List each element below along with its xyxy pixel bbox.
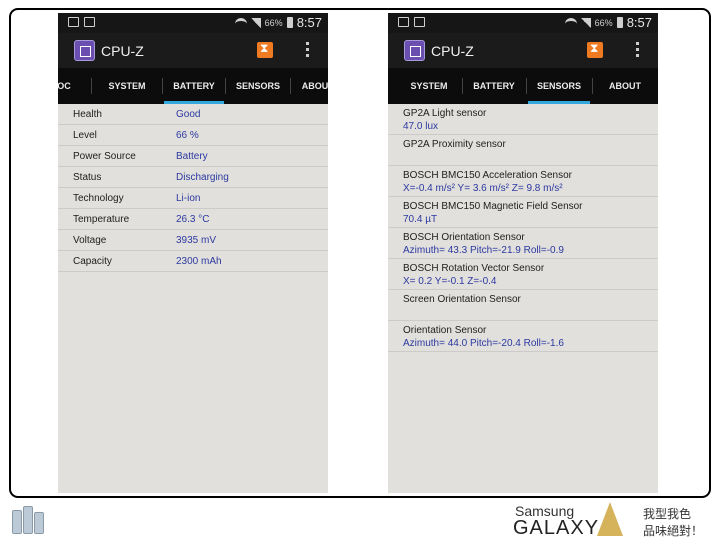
phone-screenshot-sensors: 66% 8:57 CPU-Z SYSTEM BATTERY SENSORS AB… [388, 13, 658, 493]
battery-row-level: Level 66 % [58, 125, 328, 146]
sensor-name: GP2A Proximity sensor [403, 139, 506, 150]
row-value: Battery [176, 151, 208, 162]
phones-thumbnail [10, 504, 46, 534]
app-bar: CPU-Z [58, 33, 328, 68]
sim-icon [84, 17, 95, 27]
battery-row-power-source: Power Source Battery [58, 146, 328, 167]
sensor-row-light: GP2A Light sensor 47.0 lux [388, 104, 658, 135]
share-icon[interactable] [257, 41, 273, 58]
sensor-row-screen-orientation: Screen Orientation Sensor [388, 290, 658, 321]
sensor-row-orientation: Orientation Sensor Azimuth= 44.0 Pitch=-2… [388, 321, 658, 352]
slide: 66% 8:57 CPU-Z OC SYSTEM BATTERY SENSORS… [0, 0, 720, 540]
sensor-name: BOSCH Rotation Vector Sensor [403, 263, 545, 274]
sensor-value: X= 0.2 Y=-0.1 Z=-0.4 [403, 276, 497, 287]
row-label: Capacity [73, 256, 112, 267]
status-bar: 66% 8:57 [58, 13, 328, 33]
tab-about[interactable]: ABOU [290, 68, 328, 104]
row-label: Temperature [73, 214, 130, 225]
status-bar: 66% 8:57 [388, 13, 658, 33]
sensor-name: Orientation Sensor [403, 325, 487, 336]
cpu-z-logo-icon[interactable] [404, 40, 425, 61]
sensor-name: Screen Orientation Sensor [403, 294, 521, 305]
sensor-list: GP2A Light sensor 47.0 lux GP2A Proximity… [388, 104, 658, 352]
row-value: 66 % [176, 130, 199, 141]
row-value: Good [176, 109, 201, 120]
sensor-name: BOSCH Orientation Sensor [403, 232, 525, 243]
sensor-row-rotation-vector: BOSCH Rotation Vector Sensor X= 0.2 Y=-0.… [388, 259, 658, 290]
tab-system[interactable]: SYSTEM [91, 68, 163, 104]
image-icon [398, 17, 409, 27]
overflow-menu-icon[interactable] [306, 42, 310, 58]
overflow-menu-icon[interactable] [636, 42, 640, 58]
sensor-row-proximity: GP2A Proximity sensor [388, 135, 658, 166]
signal-icon [580, 17, 591, 28]
sensor-name: BOSCH BMC150 Magnetic Field Sensor [403, 201, 583, 212]
tab-battery[interactable]: BATTERY [162, 68, 226, 104]
share-icon[interactable] [587, 41, 603, 58]
app-title: CPU-Z [431, 43, 474, 59]
tab-battery[interactable]: BATTERY [462, 68, 526, 104]
sim-icon [414, 17, 425, 27]
sensor-row-magnetic: BOSCH BMC150 Magnetic Field Sensor 70.4 µ… [388, 197, 658, 228]
sensor-row-acceleration: BOSCH BMC150 Acceleration Sensor X=-0.4 m… [388, 166, 658, 197]
battery-list: Health Good Level 66 % Power Source Battery… [58, 104, 328, 272]
battery-row-status: Status Discharging [58, 167, 328, 188]
row-label: Power Source [73, 151, 136, 162]
row-value: 3935 mV [176, 235, 217, 246]
sensor-name: GP2A Light sensor [403, 108, 487, 119]
clock: 8:57 [626, 15, 652, 30]
row-label: Voltage [73, 235, 107, 246]
battery-row-health: Health Good [58, 104, 328, 125]
battery-row-technology: Technology Li-ion [58, 188, 328, 209]
battery-row-temperature: Temperature 26.3 °C [58, 209, 328, 230]
cpu-z-logo-icon[interactable] [74, 40, 95, 61]
samsung-galaxy-logo: Samsung GALAXY 我型我色 品味絕對！ [505, 502, 720, 540]
sensor-value: 47.0 lux [403, 121, 439, 132]
slogan-line-2: 品味絕對！ [643, 524, 704, 538]
row-value: 2300 mAh [176, 256, 222, 267]
slogan-line-1: 我型我色 [643, 507, 692, 521]
sensor-value: 70.4 µT [403, 214, 438, 225]
clock: 8:57 [296, 15, 322, 30]
sensor-name: BOSCH BMC150 Acceleration Sensor [403, 170, 572, 181]
battery-percent: 66% [594, 17, 613, 28]
sensor-value: Azimuth= 44.0 Pitch=-20.4 Roll=-1.6 [403, 338, 564, 349]
tab-system[interactable]: SYSTEM [396, 68, 462, 104]
wifi-icon [564, 17, 577, 28]
battery-row-capacity: Capacity 2300 mAh [58, 251, 328, 272]
row-value: Li-ion [176, 193, 201, 204]
wifi-icon [234, 17, 247, 28]
signal-icon [250, 17, 261, 28]
battery-percent: 66% [264, 17, 283, 28]
row-label: Technology [73, 193, 124, 204]
tab-strip: OC SYSTEM BATTERY SENSORS ABOU [58, 68, 328, 104]
galaxy-a-triangle-icon [597, 502, 623, 536]
app-bar: CPU-Z [388, 33, 658, 68]
battery-icon [286, 17, 293, 28]
row-label: Health [73, 109, 102, 120]
galaxy-wordmark: GALAXY [513, 517, 600, 539]
battery-row-voltage: Voltage 3935 mV [58, 230, 328, 251]
tab-about[interactable]: ABOUT [592, 68, 658, 104]
tab-sensors[interactable]: SENSORS [526, 68, 592, 104]
tab-strip: SYSTEM BATTERY SENSORS ABOUT [388, 68, 658, 104]
app-title: CPU-Z [101, 43, 144, 59]
row-value: 26.3 °C [176, 214, 210, 225]
tab-sensors[interactable]: SENSORS [225, 68, 291, 104]
row-label: Status [73, 172, 102, 183]
row-label: Level [73, 130, 97, 141]
sensor-value: Azimuth= 43.3 Pitch=-21.9 Roll=-0.9 [403, 245, 564, 256]
sensor-row-bosch-orientation: BOSCH Orientation Sensor Azimuth= 43.3 Pi… [388, 228, 658, 259]
row-value: Discharging [176, 172, 229, 183]
battery-icon [616, 17, 623, 28]
image-icon [68, 17, 79, 27]
sensor-value: X=-0.4 m/s² Y= 3.6 m/s² Z= 9.8 m/s² [403, 183, 563, 194]
tab-soc[interactable]: OC [58, 68, 80, 104]
phone-screenshot-battery: 66% 8:57 CPU-Z OC SYSTEM BATTERY SENSORS… [58, 13, 328, 493]
